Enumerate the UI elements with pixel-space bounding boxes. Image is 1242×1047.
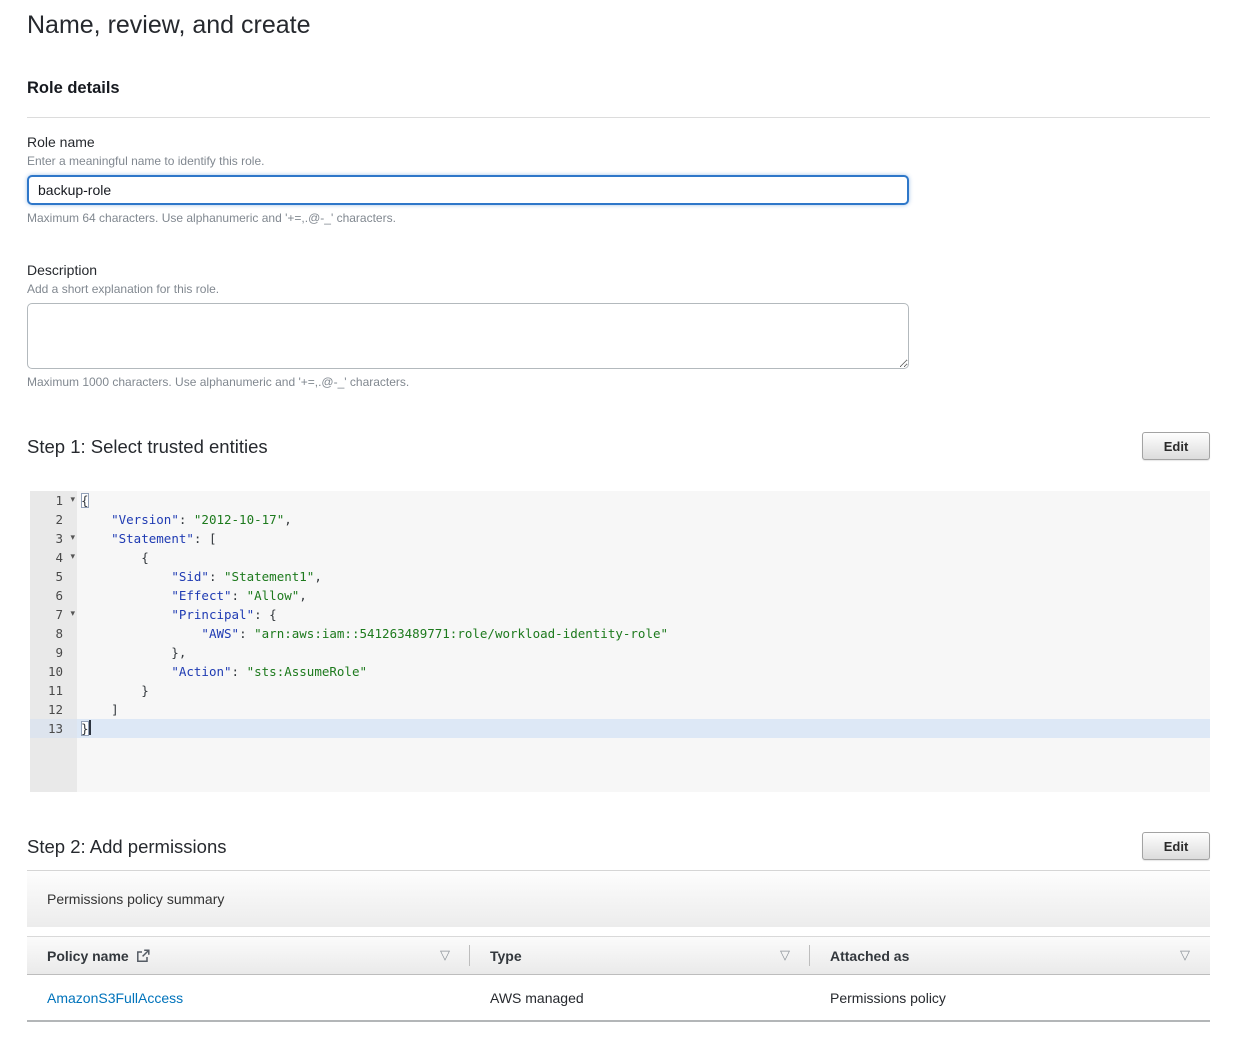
code-fold-icon[interactable]: ▾ [70, 548, 75, 567]
editor-line-number: 9 [30, 643, 77, 662]
editor-code-line: "Effect": "Allow", [77, 586, 1210, 605]
external-link-icon[interactable] [136, 949, 150, 963]
name-review-create-page: Name, review, and create Role details Ro… [0, 10, 1242, 1022]
editor-line-number: 2 [30, 510, 77, 529]
step1-edit-button[interactable]: Edit [1142, 432, 1210, 460]
role-name-input[interactable] [27, 175, 909, 205]
role-details-divider [27, 117, 1210, 118]
step1-heading: Step 1: Select trusted entities [27, 435, 268, 458]
policy-editor-lines: 1▾{2 "Version": "2012-10-17",3▾ "Stateme… [30, 491, 1210, 738]
trust-policy-editor[interactable]: 1▾{2 "Version": "2012-10-17",3▾ "Stateme… [30, 491, 1210, 792]
type-filter-icon[interactable]: ▽ [780, 948, 790, 963]
editor-line-number: 5 [30, 567, 77, 586]
attached-as-filter-icon[interactable]: ▽ [1180, 948, 1190, 963]
editor-caret [89, 720, 91, 735]
permissions-panel-header: Permissions policy summary [27, 870, 1210, 927]
editor-line[interactable]: 5 "Sid": "Statement1", [30, 567, 1210, 586]
editor-line-number: 6 [30, 586, 77, 605]
editor-code-line: } [77, 719, 1210, 738]
editor-code-line: }, [77, 643, 1210, 662]
editor-line[interactable]: 3▾ "Statement": [ [30, 529, 1210, 548]
editor-line[interactable]: 7▾ "Principal": { [30, 605, 1210, 624]
role-name-field: Role name Enter a meaningful name to ide… [27, 134, 1210, 226]
code-fold-icon[interactable]: ▾ [70, 491, 75, 510]
editor-code-line: "Sid": "Statement1", [77, 567, 1210, 586]
description-label: Description [27, 262, 1210, 279]
editor-line-number: 11 [30, 681, 77, 700]
permissions-table: Policy name ▽ Type ▽ Attached as ▽ [27, 936, 1210, 1022]
code-fold-icon[interactable]: ▾ [70, 529, 75, 548]
editor-line[interactable]: 1▾{ [30, 491, 1210, 510]
editor-line[interactable]: 2 "Version": "2012-10-17", [30, 510, 1210, 529]
policy-name-cell: AmazonS3FullAccess [27, 975, 470, 1020]
column-header-policy-name: Policy name ▽ [27, 937, 470, 974]
permissions-table-header: Policy name ▽ Type ▽ Attached as ▽ [27, 936, 1210, 975]
editor-code-line: "AWS": "arn:aws:iam::541263489771:role/w… [77, 624, 1210, 643]
table-row: AmazonS3FullAccess AWS managed Permissio… [27, 975, 1210, 1022]
editor-gutter-fill [30, 738, 77, 792]
editor-line-number: 3▾ [30, 529, 77, 548]
code-fold-icon[interactable]: ▾ [70, 605, 75, 624]
description-textarea[interactable] [27, 303, 909, 369]
editor-line[interactable]: 12 ] [30, 700, 1210, 719]
editor-code-line: ] [77, 700, 1210, 719]
attached-as-header-label: Attached as [830, 948, 909, 964]
editor-code-line: "Principal": { [77, 605, 1210, 624]
role-details-heading: Role details [27, 78, 1210, 98]
permissions-panel-title: Permissions policy summary [47, 891, 224, 907]
editor-code-line: "Version": "2012-10-17", [77, 510, 1210, 529]
column-header-type: Type ▽ [470, 937, 810, 974]
type-header-label: Type [490, 948, 522, 964]
policy-name-header-label: Policy name [47, 948, 129, 964]
editor-line-number: 4▾ [30, 548, 77, 567]
step2-edit-button[interactable]: Edit [1142, 832, 1210, 860]
editor-line[interactable]: 8 "AWS": "arn:aws:iam::541263489771:role… [30, 624, 1210, 643]
editor-line-number: 1▾ [30, 491, 77, 510]
step2-heading: Step 2: Add permissions [27, 835, 227, 858]
role-name-help: Enter a meaningful name to identify this… [27, 154, 1210, 169]
editor-empty-area [30, 738, 1210, 792]
role-name-label: Role name [27, 134, 1210, 151]
editor-code-line: { [77, 491, 1210, 510]
editor-line[interactable]: 4▾ { [30, 548, 1210, 567]
editor-line-number: 12 [30, 700, 77, 719]
editor-code-fill [77, 738, 1210, 792]
attached-as-cell: Permissions policy [810, 975, 1210, 1020]
editor-code-line: "Action": "sts:AssumeRole" [77, 662, 1210, 681]
editor-code-line: } [77, 681, 1210, 700]
editor-line[interactable]: 10 "Action": "sts:AssumeRole" [30, 662, 1210, 681]
editor-code-line: "Statement": [ [77, 529, 1210, 548]
description-constraint: Maximum 1000 characters. Use alphanumeri… [27, 375, 1210, 390]
editor-line[interactable]: 9 }, [30, 643, 1210, 662]
editor-code-line: { [77, 548, 1210, 567]
step1-header: Step 1: Select trusted entities Edit [27, 432, 1210, 460]
step2-header: Step 2: Add permissions Edit [27, 832, 1210, 860]
page-title: Name, review, and create [27, 10, 1210, 40]
editor-line-number: 8 [30, 624, 77, 643]
policy-name-filter-icon[interactable]: ▽ [440, 948, 450, 963]
editor-line[interactable]: 11 } [30, 681, 1210, 700]
editor-line-number: 13 [30, 719, 77, 738]
description-field: Description Add a short explanation for … [27, 262, 1210, 390]
column-header-attached-as: Attached as ▽ [810, 937, 1210, 974]
role-name-constraint: Maximum 64 characters. Use alphanumeric … [27, 211, 1210, 226]
editor-line[interactable]: 13} [30, 719, 1210, 738]
policy-name-link[interactable]: AmazonS3FullAccess [47, 990, 183, 1006]
editor-line-number: 7▾ [30, 605, 77, 624]
editor-line[interactable]: 6 "Effect": "Allow", [30, 586, 1210, 605]
editor-line-number: 10 [30, 662, 77, 681]
description-help: Add a short explanation for this role. [27, 282, 1210, 297]
policy-type-cell: AWS managed [470, 975, 810, 1020]
